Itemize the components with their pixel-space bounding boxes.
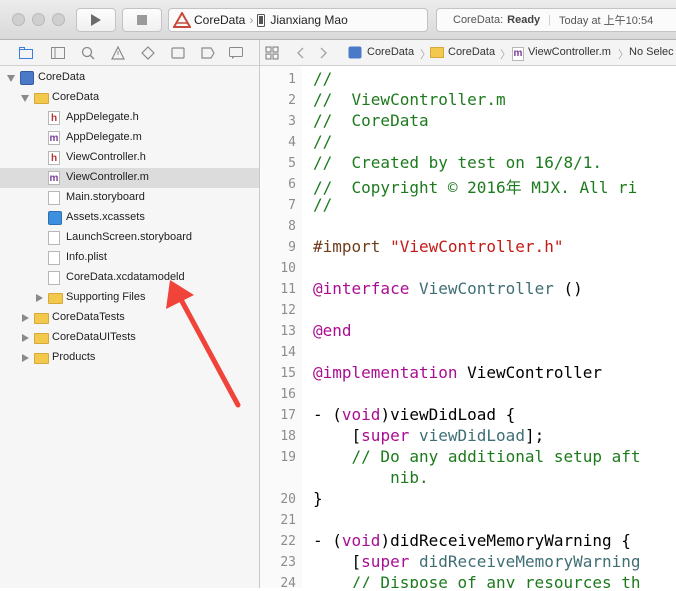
annotation-arrow-icon [166,280,241,408]
